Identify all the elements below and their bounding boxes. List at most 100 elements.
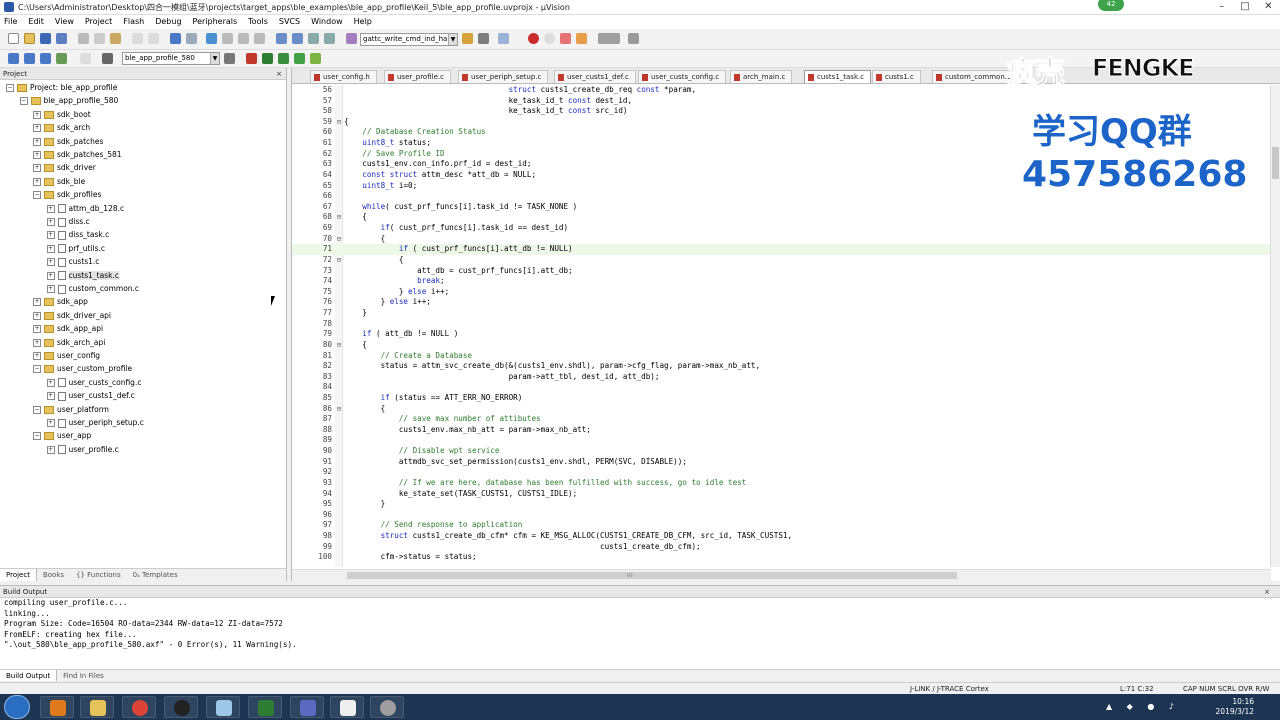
- taskbar-tool[interactable]: [330, 696, 364, 718]
- expand-icon[interactable]: +: [33, 177, 41, 186]
- code-line[interactable]: 97 // Send response to application: [292, 520, 1271, 531]
- editor-tab-user-custs-config-c[interactable]: user_custs_config.c: [638, 70, 727, 83]
- code-line[interactable]: 59 ⊟{: [292, 117, 1271, 128]
- notification-badge[interactable]: 42: [1098, 0, 1124, 11]
- code-line[interactable]: 85 if (status == ATT_ERR_NO_ERROR): [292, 393, 1271, 404]
- target-options-icon[interactable]: [224, 53, 235, 64]
- code-line[interactable]: 84: [292, 382, 1271, 393]
- tree-group-item[interactable]: + sdk_arch: [33, 121, 90, 134]
- save-icon[interactable]: [40, 33, 51, 44]
- taskbar-recorder[interactable]: [370, 696, 404, 718]
- bookmark-icon[interactable]: [206, 33, 217, 44]
- code-line[interactable]: 72 ⊟ {: [292, 255, 1271, 266]
- system-tray-icons[interactable]: ▲ ◆ ● ♪: [1106, 702, 1180, 711]
- code-line[interactable]: 78: [292, 319, 1271, 330]
- window-layout-icon[interactable]: [598, 33, 620, 44]
- tree-group-item[interactable]: + sdk_app_api: [33, 322, 103, 335]
- chevron-down-icon[interactable]: ▼: [210, 53, 219, 64]
- code-line[interactable]: 90 // Disable wpt service: [292, 446, 1271, 457]
- tree-group-item[interactable]: − ble_app_profile_580: [19, 94, 118, 107]
- tree-group-item[interactable]: − user_custom_profile: [33, 362, 132, 375]
- translate-icon[interactable]: [8, 53, 19, 64]
- project-tab-3[interactable]: 0ₐ Templates: [127, 569, 184, 581]
- code-line[interactable]: 96: [292, 510, 1271, 521]
- tree-group-item[interactable]: + sdk_app: [33, 295, 88, 308]
- collapse-icon[interactable]: −: [33, 365, 41, 374]
- code-line[interactable]: 70 ⊟ {: [292, 234, 1271, 245]
- tree-file-item[interactable]: + custs1.c: [46, 255, 99, 268]
- menu-peripherals[interactable]: Peripherals: [193, 15, 238, 29]
- uncomment-icon[interactable]: [324, 33, 335, 44]
- code-line[interactable]: 60 // Database Creation Status: [292, 127, 1271, 138]
- code-line[interactable]: 61 uint8_t status;: [292, 138, 1271, 149]
- code-line[interactable]: 99 custs1_create_db_cfm);: [292, 542, 1271, 553]
- stop-build-icon[interactable]: [80, 53, 91, 64]
- build-tab-0[interactable]: Build Output: [0, 670, 58, 681]
- open-folder-icon[interactable]: [24, 33, 35, 44]
- editor-tab-custs1-task-c[interactable]: custs1_task.c: [804, 70, 872, 83]
- code-line[interactable]: 91 attmdb_svc_set_permission(custs1_env.…: [292, 457, 1271, 468]
- save-all-icon[interactable]: [56, 33, 67, 44]
- project-tab-2[interactable]: {} Functions: [70, 569, 127, 581]
- code-line[interactable]: 63 custs1_env.con_info.prf_id = dest_id;: [292, 159, 1271, 170]
- chevron-down-icon[interactable]: ▼: [448, 34, 457, 45]
- bookmark-prev-icon[interactable]: [222, 33, 233, 44]
- fold-collapse-icon[interactable]: ⊟: [335, 212, 343, 223]
- code-line[interactable]: 80 ⊟ {: [292, 340, 1271, 351]
- code-line[interactable]: 62 // Save Profile ID: [292, 149, 1271, 160]
- code-line[interactable]: 58 ke_task_id_t const src_id): [292, 106, 1271, 117]
- menu-file[interactable]: File: [4, 15, 17, 29]
- minimize-button[interactable]: –: [1210, 0, 1233, 15]
- expand-icon[interactable]: +: [46, 378, 55, 387]
- menu-tools[interactable]: Tools: [248, 15, 268, 29]
- tree-group-item[interactable]: + user_config: [33, 349, 100, 362]
- scroll-thumb[interactable]: [347, 572, 957, 579]
- menu-debug[interactable]: Debug: [155, 15, 181, 29]
- tree-group-item[interactable]: + sdk_driver_api: [33, 309, 111, 322]
- editor-tab-user-config-h[interactable]: user_config.h: [310, 70, 377, 83]
- code-line[interactable]: 81 // Create a Database: [292, 351, 1271, 362]
- expand-icon[interactable]: +: [46, 445, 55, 454]
- tree-file-item[interactable]: + custs1_task.c: [46, 269, 119, 282]
- target-combo[interactable]: ble_app_profile_580 ▼: [122, 52, 220, 65]
- tree-group-item[interactable]: − sdk_profiles: [33, 188, 101, 201]
- copy-icon[interactable]: [94, 33, 105, 44]
- editor-tab-custs1-c[interactable]: custs1.c: [872, 70, 921, 83]
- find-combo[interactable]: gattc_write_cmd_ind_har ▼: [360, 33, 458, 46]
- expand-icon[interactable]: +: [33, 338, 41, 347]
- project-tab-0[interactable]: Project: [0, 569, 37, 581]
- breakpoint-clear-icon[interactable]: [560, 33, 571, 44]
- bookmark-clear-icon[interactable]: [254, 33, 265, 44]
- code-line[interactable]: 65 uint8_t i=0;: [292, 181, 1271, 192]
- tree-file-item[interactable]: + diss.c: [46, 215, 90, 228]
- code-line[interactable]: 86 ⊟ {: [292, 404, 1271, 415]
- incremental-find-icon[interactable]: [478, 33, 489, 44]
- close-icon[interactable]: ×: [1264, 586, 1270, 598]
- expand-icon[interactable]: +: [33, 352, 41, 360]
- editor-tab-arch-main-c[interactable]: arch_main.c: [730, 70, 793, 83]
- start-button[interactable]: [4, 695, 30, 719]
- expand-icon[interactable]: +: [33, 325, 41, 334]
- pack-installer-icon[interactable]: [278, 53, 289, 64]
- menu-view[interactable]: View: [55, 15, 74, 29]
- code-line[interactable]: 73 att_db = cust_prf_funcs[i].att_db;: [292, 266, 1271, 277]
- redo-icon[interactable]: [148, 33, 159, 44]
- tree-file-item[interactable]: + user_custs1_def.c: [46, 389, 135, 402]
- code-line[interactable]: 79 if ( att_db != NULL ): [292, 329, 1271, 340]
- collapse-icon[interactable]: −: [33, 432, 41, 441]
- close-button[interactable]: ✕: [1257, 0, 1280, 15]
- fold-collapse-icon[interactable]: ⊟: [335, 404, 343, 415]
- cut-icon[interactable]: [78, 33, 89, 44]
- taskbar-notepad[interactable]: [206, 696, 240, 718]
- tree-group-item[interactable]: − user_app: [33, 429, 91, 442]
- code-line[interactable]: 77 }: [292, 308, 1271, 319]
- bookmark-next-icon[interactable]: [238, 33, 249, 44]
- tree-project-root[interactable]: − Project: ble_app_profile: [6, 81, 117, 94]
- menu-project[interactable]: Project: [85, 15, 112, 29]
- expand-icon[interactable]: +: [46, 419, 55, 427]
- code-line[interactable]: 69 if( cust_prf_funcs[i].task_id == dest…: [292, 223, 1271, 234]
- collapse-icon[interactable]: −: [33, 405, 41, 414]
- collapse-icon[interactable]: −: [33, 191, 41, 200]
- undo-icon[interactable]: [132, 33, 143, 44]
- expand-icon[interactable]: +: [33, 298, 41, 307]
